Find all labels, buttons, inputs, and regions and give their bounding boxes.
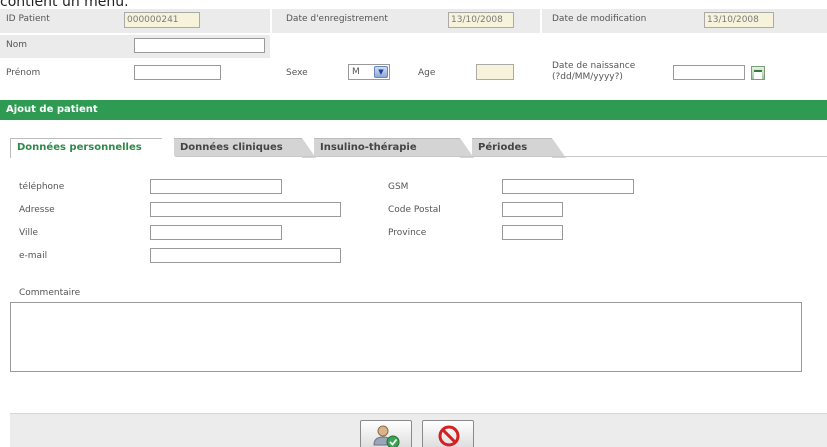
cancel-button[interactable] [422, 420, 474, 447]
tab-donnees-personnelles[interactable]: Données personnelles [10, 138, 176, 158]
date-modification-field: 13/10/2008 [704, 12, 774, 28]
date-naissance-format-hint: (?dd/MM/yyyy?) [552, 72, 623, 82]
sexe-select[interactable]: M ▼ [348, 64, 390, 80]
commentaire-textarea[interactable] [10, 302, 802, 372]
cancel-icon [438, 425, 460, 447]
gsm-input[interactable] [502, 179, 634, 194]
telephone-label: téléphone [19, 182, 65, 192]
sexe-select-value: M [352, 67, 360, 77]
action-bar [10, 413, 827, 447]
ville-label: Ville [19, 228, 38, 238]
date-modification-label: Date de modification [552, 14, 647, 24]
date-naissance-input[interactable] [673, 65, 745, 80]
sexe-label: Sexe [286, 68, 308, 78]
province-input[interactable] [502, 225, 563, 240]
date-naissance-label: Date de naissance [552, 61, 636, 71]
id-patient-field: 000000241 [124, 12, 200, 28]
email-label: e-mail [19, 251, 48, 261]
email-input[interactable] [150, 248, 341, 263]
telephone-input[interactable] [150, 179, 282, 194]
gsm-label: GSM [388, 182, 409, 192]
tab-donnees-cliniques[interactable]: Données cliniques [174, 138, 316, 158]
tab-periodes[interactable]: Périodes [472, 138, 566, 158]
chevron-down-icon: ▼ [374, 66, 388, 78]
nom-label: Nom [6, 40, 28, 50]
ville-input[interactable] [150, 225, 282, 240]
nom-input[interactable] [134, 38, 265, 53]
prenom-label: Prénom [6, 68, 41, 78]
age-field [476, 64, 514, 80]
adresse-input[interactable] [150, 202, 341, 217]
section-title: Ajout de patient [0, 100, 827, 120]
save-button[interactable] [360, 420, 412, 447]
adresse-label: Adresse [19, 205, 55, 215]
calendar-icon[interactable] [751, 66, 765, 80]
code-postal-input[interactable] [502, 202, 563, 217]
id-patient-label: ID Patient [6, 14, 50, 24]
tab-insulino-therapie[interactable]: Insulino-thérapie [314, 138, 474, 158]
province-label: Province [388, 228, 427, 238]
save-user-icon [373, 425, 400, 447]
commentaire-label: Commentaire [19, 288, 81, 298]
age-label: Age [418, 68, 436, 78]
tab-panel: Données personnelles Données cliniques I… [10, 130, 827, 447]
code-postal-label: Code Postal [388, 205, 441, 215]
date-enregistrement-label: Date d'enregistrement [286, 14, 388, 24]
prenom-input[interactable] [134, 65, 221, 80]
date-enregistrement-field: 13/10/2008 [448, 12, 514, 28]
